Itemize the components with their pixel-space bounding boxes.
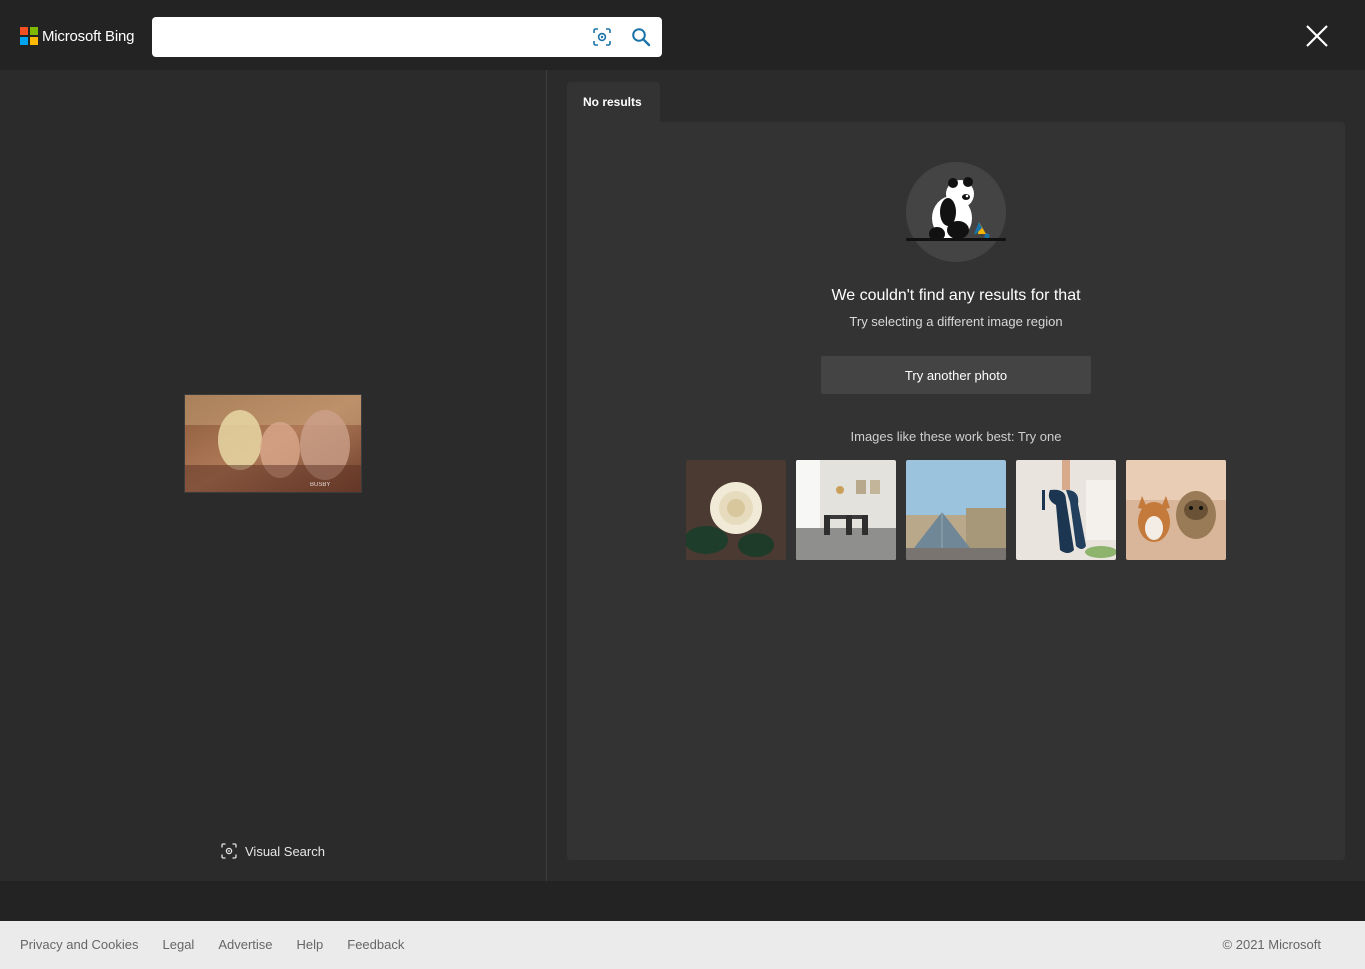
svg-text:BUSBY: BUSBY xyxy=(310,482,330,488)
example-louvre-pyramid[interactable] xyxy=(906,460,1006,560)
brand-name: Microsoft Bing xyxy=(42,27,135,45)
search-box xyxy=(152,17,662,57)
no-results-subtitle: Try selecting a different image region xyxy=(849,314,1063,329)
example-dining-room[interactable] xyxy=(796,460,896,560)
top-bar: Microsoft Bing xyxy=(0,0,1365,70)
bing-logo[interactable]: Microsoft Bing xyxy=(20,27,134,45)
footer: Privacy and Cookies Legal Advertise Help… xyxy=(0,921,1365,969)
footer-link-legal[interactable]: Legal xyxy=(163,937,195,952)
footer-link-advertise[interactable]: Advertise xyxy=(218,937,272,952)
footer-link-feedback[interactable]: Feedback xyxy=(347,937,404,952)
example-high-heels[interactable] xyxy=(1016,460,1116,560)
microsoft-logo-icon xyxy=(20,27,38,45)
camera-scan-icon xyxy=(221,843,237,859)
example-hint: Images like these work best: Try one xyxy=(850,429,1062,444)
footer-link-help[interactable]: Help xyxy=(297,937,324,952)
try-another-photo-button[interactable]: Try another photo xyxy=(821,356,1091,394)
bottom-strip xyxy=(0,881,1365,921)
no-results-title: We couldn't find any results for that xyxy=(831,287,1081,304)
visual-search-label: Visual Search xyxy=(245,843,325,859)
search-icon[interactable] xyxy=(631,27,651,47)
copyright: © 2021 Microsoft xyxy=(1222,937,1321,952)
footer-links: Privacy and Cookies Legal Advertise Help… xyxy=(20,937,404,952)
search-input[interactable] xyxy=(162,25,582,49)
query-image[interactable]: BUSBY xyxy=(184,394,362,493)
camera-scan-icon[interactable] xyxy=(592,27,612,47)
footer-link-privacy[interactable]: Privacy and Cookies xyxy=(20,937,139,952)
visual-search-button[interactable]: Visual Search xyxy=(221,843,325,859)
close-icon[interactable] xyxy=(1303,22,1331,50)
tab-no-results[interactable]: No results xyxy=(567,82,660,122)
panda-illustration xyxy=(906,162,1006,262)
example-images xyxy=(686,460,1226,560)
example-white-rose[interactable] xyxy=(686,460,786,560)
example-dogs[interactable] xyxy=(1126,460,1226,560)
